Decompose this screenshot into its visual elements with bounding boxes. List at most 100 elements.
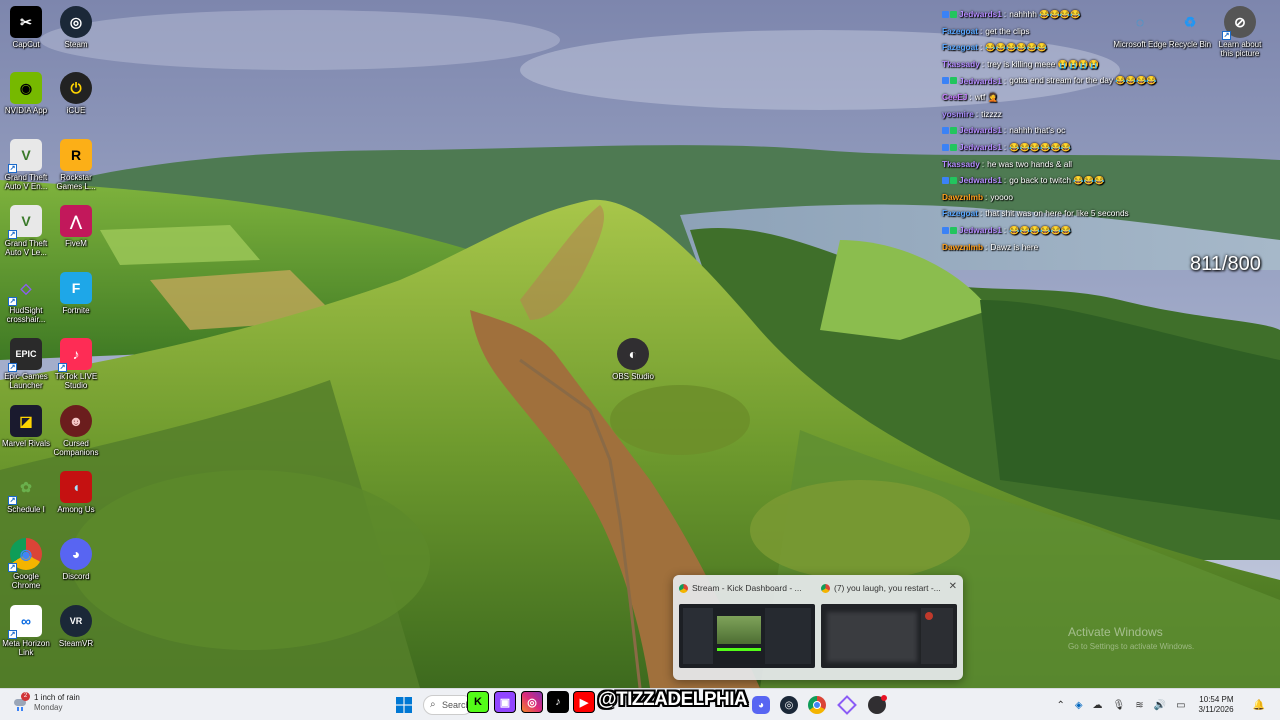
chat-message: Jedwards1: nahhhh 😂😂😂😂 (942, 6, 1202, 23)
desktop-icon-label: CapCut (12, 40, 40, 49)
clock-date: 3/11/2026 (1198, 705, 1234, 714)
chat-text: yoooo (990, 191, 1013, 202)
desktop-icon-gta5-enhanced[interactable]: V ↗ Grand Theft Auto V En... (0, 139, 52, 191)
desktop-icon-label: SteamVR (58, 639, 94, 648)
shield-icon[interactable]: ◈ (1075, 700, 1083, 711)
desktop-icon-obs[interactable]: ◐ OBS Studio (607, 338, 659, 381)
preview-window-youtube[interactable]: (7) you laugh, you restart -... (821, 581, 957, 668)
cursed-icon: ☻ (60, 405, 92, 437)
desktop-icon-icue[interactable]: ⏻ iCUE (50, 72, 102, 115)
shortcut-arrow-icon: ↗ (8, 563, 17, 572)
chat-username: yosmire (942, 108, 974, 119)
epic-icon: EPIC ↗ (8, 338, 42, 372)
chat-username: Fazegoat (942, 25, 978, 36)
desktop-icon-hudsight[interactable]: ◇ ↗ HudSight crosshair... (0, 272, 52, 325)
taskbar-hudsight[interactable] (836, 694, 858, 716)
obs-icon (868, 695, 887, 714)
moderator-badge-icon (942, 143, 949, 151)
tiktok-icon: ♪ (547, 691, 569, 713)
taskbar-obs[interactable] (866, 694, 888, 716)
desktop-icon-label: Cursed Companions (53, 439, 99, 457)
preview-window-kick[interactable]: Stream - Kick Dashboard - ... (679, 581, 815, 668)
moderator-badge-icon (942, 226, 949, 234)
youtube-icon: ▶ (573, 691, 595, 713)
battery-icon[interactable]: ▭ (1176, 700, 1185, 711)
desktop-icon-marvel[interactable]: ◪ Marvel Rivals (0, 405, 52, 448)
taskbar-clock[interactable]: 10:54 PM 3/11/2026 (1199, 695, 1234, 715)
chat-separator: : (1003, 9, 1007, 20)
chat-badges (942, 77, 957, 85)
desktop-icon-chrome[interactable]: ◉ ↗ Google Chrome (0, 538, 52, 590)
taskbar-search-box[interactable]: ⌕ Search (423, 695, 473, 715)
chat-badges (942, 176, 957, 184)
microphone-icon[interactable]: 🎙 (1113, 700, 1126, 711)
desktop-icon-tiktok-live[interactable]: ♪ ↗ TikTok LIVE Studio (50, 338, 102, 390)
volume-icon[interactable]: 🔊 (1154, 700, 1166, 711)
chat-message: Jedwards1: nahhh that's oc (942, 122, 1202, 139)
fivem-icon: ⋀ (60, 205, 92, 237)
desktop-icon-steam[interactable]: ◎ Steam (50, 6, 102, 49)
chat-text: gotta end stream for the day 😂😂😂😂 (1009, 75, 1157, 86)
start-button[interactable] (393, 694, 415, 716)
moderator-badge-icon (942, 10, 949, 18)
desktop-icon-amongus[interactable]: ◖ Among Us (50, 471, 102, 514)
cloud-icon[interactable]: ☁ (1093, 700, 1103, 711)
desktop-icon-fivem[interactable]: ⋀ FiveM (50, 205, 102, 248)
chat-separator: : (979, 25, 983, 36)
close-icon[interactable]: ✕ (949, 581, 957, 592)
fortnite-icon: F (60, 272, 92, 304)
desktop-icon-label: Schedule I (7, 505, 45, 514)
instagram-icon: ◎ (521, 691, 543, 713)
desktop-icon-nvidia[interactable]: ◉ NVIDIA App (0, 72, 52, 115)
desktop-icon-label: TikTok LIVE Studio (54, 372, 98, 390)
wifi-icon[interactable]: ≋ (1135, 700, 1143, 711)
chat-separator: : (1003, 125, 1007, 136)
desktop-icon-label: Fortnite (62, 306, 90, 315)
notification-bell-icon[interactable]: 🔔 (1253, 700, 1265, 711)
weather-widget[interactable]: 2 1 inch of rain Monday (12, 692, 80, 713)
chat-text: nahhh that's oc (1009, 125, 1066, 136)
shortcut-arrow-icon: ↗ (8, 496, 17, 505)
desktop-icon-fortnite[interactable]: F Fortnite (50, 272, 102, 315)
subscriber-badge-icon (950, 77, 957, 85)
desktop-icon-schedule1[interactable]: ✿ ↗ Schedule I (0, 471, 52, 515)
chat-message: Tkassady: trey is killing meee 😭😭😭😭 (942, 56, 1202, 73)
subscriber-badge-icon (950, 226, 957, 234)
chat-separator: : (1003, 225, 1007, 236)
chat-message: yosmire: tizzzz (942, 106, 1202, 123)
gta5-legacy-icon: V ↗ (8, 205, 42, 239)
desktop-icon-gta5-legacy[interactable]: V ↗ Grand Theft Auto V Le... (0, 205, 52, 257)
meta-icon: ∞ ↗ (8, 605, 42, 639)
taskbar-chrome[interactable] (806, 694, 828, 716)
desktop-icon-capcut[interactable]: ✂ CapCut (0, 6, 52, 49)
chat-message: Jedwards1: gotta end stream for the day 😂… (942, 72, 1202, 89)
chat-username: CeeEJ (942, 92, 968, 103)
desktop-icon-steamvr[interactable]: VR SteamVR (50, 605, 102, 648)
taskbar-steam[interactable]: ◎ (778, 694, 800, 716)
taskbar-window-preview[interactable]: Stream - Kick Dashboard - ... (7) you la… (673, 575, 963, 680)
shortcut-arrow-icon: ↗ (8, 363, 17, 372)
desktop-icon-label: Meta Horizon Link (2, 639, 50, 657)
desktop-icon-cursed[interactable]: ☻ Cursed Companions (50, 405, 102, 457)
icue-icon: ⏻ (60, 72, 92, 104)
chevron-up-icon[interactable]: ⌃ (1056, 700, 1064, 711)
desktop-icon-meta[interactable]: ∞ ↗ Meta Horizon Link (0, 605, 52, 657)
clock-time: 10:54 PM (1199, 695, 1234, 704)
desktop-icon-epic[interactable]: EPIC ↗ Epic Games Launcher (0, 338, 52, 390)
chat-username: Dawznlmb (942, 241, 984, 252)
desktop-icon-label: Learn about this picture (1218, 40, 1262, 58)
desktop-icon-rockstar[interactable]: R Rockstar Games L... (50, 139, 102, 191)
hudsight-icon (837, 695, 857, 715)
preview-title: (7) you laugh, you restart -... (834, 583, 941, 593)
tiktok-live-icon: ♪ ↗ (58, 338, 92, 372)
desktop-icon-discord[interactable]: ◕ Discord (50, 538, 102, 581)
chat-badges (942, 10, 957, 18)
taskbar-discord[interactable]: ◕ (750, 694, 772, 716)
chat-username: Jedwards1 (959, 75, 1002, 86)
desktop-icon-label: Discord (62, 572, 90, 581)
chat-message: Fazegoat: 😂😂😂😂😂😂 (942, 39, 1202, 56)
desktop-icon-learn[interactable]: ⊘ ↗ Learn about this picture (1214, 6, 1266, 58)
chat-message: Jedwards1: go back to twitch 😂😂😂 (942, 172, 1202, 189)
steam-icon: ◎ (60, 6, 92, 38)
moderator-badge-icon (942, 77, 949, 85)
